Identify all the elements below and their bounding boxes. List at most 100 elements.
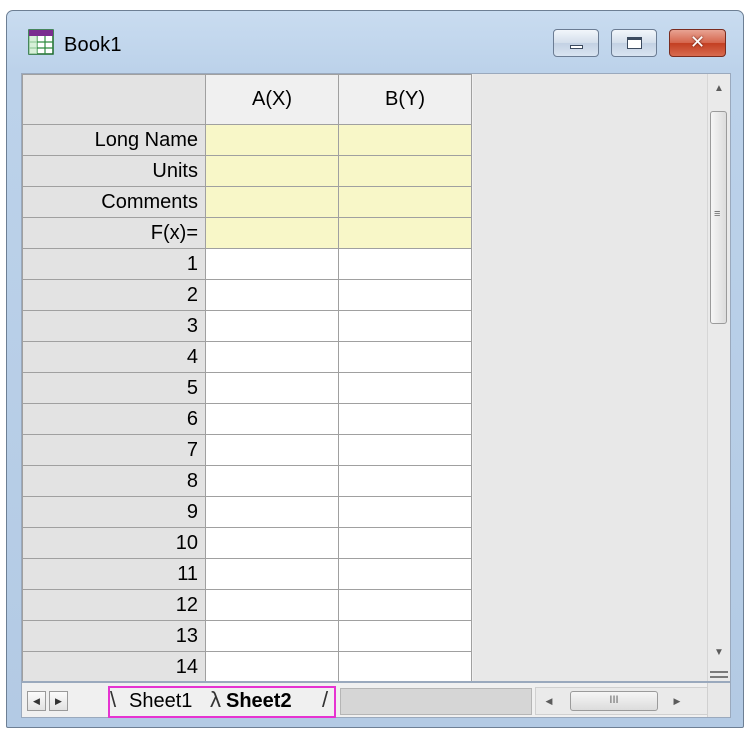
- cell-b[interactable]: [338, 434, 472, 466]
- prev-sheet-button[interactable]: ◀: [27, 691, 46, 711]
- row-header[interactable]: 3: [22, 310, 206, 342]
- cell-b[interactable]: [338, 372, 472, 404]
- row-header[interactable]: Long Name: [22, 124, 206, 156]
- window-title: Book1: [64, 34, 122, 56]
- size-grip[interactable]: [707, 683, 730, 717]
- cell-b[interactable]: [338, 589, 472, 621]
- cell-a[interactable]: [205, 465, 339, 497]
- vertical-scroll-thumb[interactable]: ≡: [710, 111, 727, 324]
- table-row: 7: [22, 434, 472, 466]
- cell-b[interactable]: [338, 527, 472, 559]
- cell-a[interactable]: [205, 372, 339, 404]
- cell-b[interactable]: [338, 310, 472, 342]
- row-header[interactable]: 7: [22, 434, 206, 466]
- table-row: 8: [22, 465, 472, 497]
- close-icon: ✕: [689, 32, 706, 53]
- tab-strip-empty: [340, 688, 532, 715]
- row-header[interactable]: 10: [22, 527, 206, 559]
- cell-a[interactable]: [205, 155, 339, 187]
- horizontal-scroll-thumb[interactable]: III: [570, 691, 658, 711]
- row-header[interactable]: 5: [22, 372, 206, 404]
- table-row: 14: [22, 651, 472, 681]
- table-row: 12: [22, 589, 472, 621]
- row-header[interactable]: 2: [22, 279, 206, 311]
- workbook-window: Book1 ✕ A(X) B(Y) Long Name Units Comments: [6, 10, 744, 728]
- scroll-up-arrow-icon[interactable]: ▲: [708, 78, 730, 100]
- split-handle-icon[interactable]: [708, 669, 730, 682]
- row-header[interactable]: 1: [22, 248, 206, 280]
- worksheet-area: A(X) B(Y) Long Name Units Comments F(x)= 1 2 3…: [21, 73, 731, 682]
- cell-b[interactable]: [338, 558, 472, 590]
- cell-b[interactable]: [338, 248, 472, 280]
- row-header[interactable]: 4: [22, 341, 206, 373]
- cell-a[interactable]: [205, 341, 339, 373]
- cell-b[interactable]: [338, 403, 472, 435]
- cell-a[interactable]: [205, 124, 339, 156]
- vertical-scrollbar[interactable]: ▲ ≡ ▼: [707, 74, 730, 682]
- row-header[interactable]: 6: [22, 403, 206, 435]
- row-header[interactable]: 13: [22, 620, 206, 652]
- scroll-grip-icon: ≡: [714, 208, 721, 220]
- worksheet-grid: A(X) B(Y) Long Name Units Comments F(x)= 1 2 3…: [22, 74, 472, 681]
- cell-b[interactable]: [338, 651, 472, 681]
- cell-b[interactable]: [338, 465, 472, 497]
- row-header[interactable]: 9: [22, 496, 206, 528]
- cell-a[interactable]: [205, 310, 339, 342]
- chevron-left-icon: ◀: [33, 696, 40, 706]
- cell-a[interactable]: [205, 620, 339, 652]
- cell-a[interactable]: [205, 186, 339, 218]
- corner-cell[interactable]: [22, 74, 206, 125]
- cell-a[interactable]: [205, 434, 339, 466]
- next-sheet-button[interactable]: ▶: [49, 691, 68, 711]
- row-header[interactable]: 8: [22, 465, 206, 497]
- cell-b[interactable]: [338, 620, 472, 652]
- sheet-tab-bar: ◀ ▶ \ Sheet1 λ Sheet2 / ◀ III ▶: [21, 682, 731, 718]
- column-header-b[interactable]: B(Y): [338, 74, 472, 125]
- cell-a[interactable]: [205, 527, 339, 559]
- row-header[interactable]: 14: [22, 651, 206, 681]
- minimize-icon: [570, 45, 583, 49]
- scroll-right-arrow-icon[interactable]: ▶: [668, 692, 686, 710]
- cell-a[interactable]: [205, 496, 339, 528]
- cell-a[interactable]: [205, 558, 339, 590]
- cell-b[interactable]: [338, 124, 472, 156]
- row-header[interactable]: Comments: [22, 186, 206, 218]
- table-row: 6: [22, 403, 472, 435]
- label-row: F(x)=: [22, 217, 472, 249]
- horizontal-scrollbar[interactable]: ◀ III ▶: [535, 687, 710, 715]
- scroll-down-arrow-icon[interactable]: ▼: [708, 642, 730, 664]
- cell-b[interactable]: [338, 186, 472, 218]
- label-row: Long Name: [22, 124, 472, 156]
- grid-workbook-icon: [28, 29, 54, 55]
- maximize-button[interactable]: [611, 29, 657, 57]
- empty-sheet-area: [473, 74, 709, 681]
- row-header[interactable]: Units: [22, 155, 206, 187]
- cell-b[interactable]: [338, 496, 472, 528]
- scroll-grip-icon: III: [609, 694, 619, 706]
- table-row: 1: [22, 248, 472, 280]
- table-row: 9: [22, 496, 472, 528]
- cell-b[interactable]: [338, 279, 472, 311]
- cell-b[interactable]: [338, 155, 472, 187]
- cell-a[interactable]: [205, 589, 339, 621]
- table-row: 3: [22, 310, 472, 342]
- title-bar[interactable]: Book1 ✕: [7, 11, 743, 67]
- close-button[interactable]: ✕: [669, 29, 726, 57]
- row-header[interactable]: 11: [22, 558, 206, 590]
- row-header[interactable]: F(x)=: [22, 217, 206, 249]
- row-header[interactable]: 12: [22, 589, 206, 621]
- table-row: 2: [22, 279, 472, 311]
- chevron-right-icon: ▶: [55, 696, 62, 706]
- minimize-button[interactable]: [553, 29, 599, 57]
- cell-a[interactable]: [205, 217, 339, 249]
- column-header-a[interactable]: A(X): [205, 74, 339, 125]
- cell-a[interactable]: [205, 651, 339, 681]
- cell-b[interactable]: [338, 217, 472, 249]
- scroll-left-arrow-icon[interactable]: ◀: [540, 692, 558, 710]
- cell-a[interactable]: [205, 403, 339, 435]
- maximize-icon: [627, 37, 642, 49]
- cell-a[interactable]: [205, 279, 339, 311]
- cell-a[interactable]: [205, 248, 339, 280]
- cell-b[interactable]: [338, 341, 472, 373]
- tab-selection-highlight: [108, 686, 336, 718]
